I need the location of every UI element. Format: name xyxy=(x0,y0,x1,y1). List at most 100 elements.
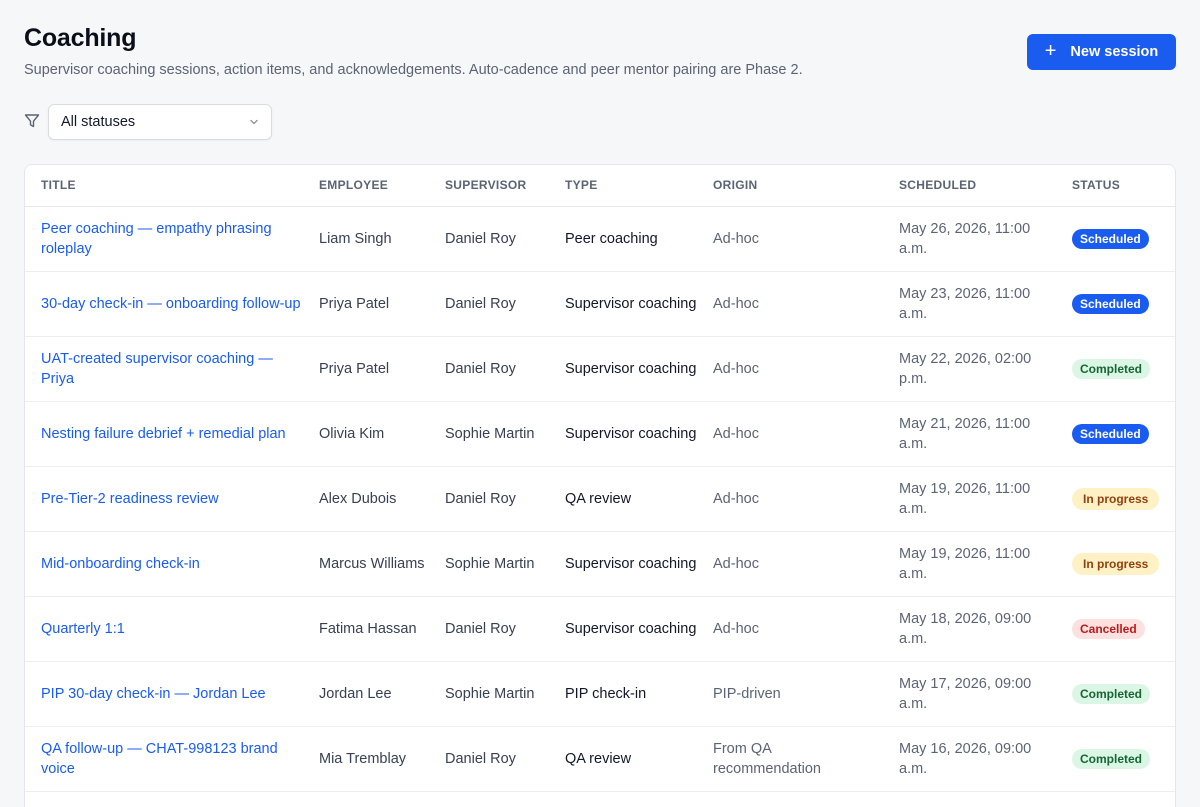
cell-employee: Mia Tremblay xyxy=(303,726,429,792)
new-session-button[interactable]: + New session xyxy=(1027,34,1176,70)
cell-scheduled: May 21, 2026, 11:00 a.m. xyxy=(883,401,1056,467)
status-badge: Completed xyxy=(1072,683,1151,704)
cell-employee: Priya Patel xyxy=(303,336,429,402)
cell-employee: Marcus Williams xyxy=(303,531,429,597)
plus-icon: + xyxy=(1044,40,1057,62)
status-badge: Scheduled xyxy=(1072,423,1149,444)
cell-supervisor: Sophie Martin xyxy=(429,531,549,597)
cell-title: Quarterly 1:1 xyxy=(25,596,303,662)
cell-scheduled: May 16, 2026, 09:00 a.m. xyxy=(883,726,1056,792)
page-title: Coaching xyxy=(24,24,137,52)
status-badge: Scheduled xyxy=(1072,228,1149,249)
cell-status: Cancelled xyxy=(1056,596,1175,662)
session-title-link[interactable]: Pre-Tier-2 readiness review xyxy=(41,491,219,507)
cell-title: Peer coaching — empathy phrasing rolepla… xyxy=(25,206,303,272)
cell-scheduled: May 19, 2026, 11:00 a.m. xyxy=(883,531,1056,597)
table-row[interactable]: Nesting failure debrief + remedial plan O… xyxy=(25,401,1175,467)
new-session-label: New session xyxy=(1070,44,1159,60)
cell-title: Mid-onboarding check-in xyxy=(25,531,303,597)
cell-employee: Liam Singh xyxy=(303,206,429,272)
status-badge: Scheduled xyxy=(1072,293,1149,314)
cell-type: Supervisor coaching xyxy=(549,271,697,337)
status-filter-select[interactable]: All statuses xyxy=(48,104,272,140)
session-title-link[interactable]: QA follow-up — CHAT-998123 brand voice xyxy=(41,741,278,777)
cell-origin: PIP-driven xyxy=(697,661,883,727)
table-row[interactable]: QA follow-up — CHAT-998123 brand voice Mi… xyxy=(25,726,1175,792)
cell-employee: Fatima Hassan xyxy=(303,596,429,662)
cell-type: Peer coaching xyxy=(549,206,697,272)
cell-status: In progress xyxy=(1056,531,1175,597)
cell-type: Supervisor coaching xyxy=(549,596,697,662)
column-header-status[interactable]: STATUS xyxy=(1056,165,1175,207)
cell-employee: Olivia Kim xyxy=(303,401,429,467)
cell-origin: Ad-hoc xyxy=(697,271,883,337)
session-title-link[interactable]: Peer coaching — empathy phrasing rolepla… xyxy=(41,221,272,257)
session-title-link[interactable]: UAT-created supervisor coaching — Priya xyxy=(41,351,273,387)
cell-scheduled: May 18, 2026, 09:00 a.m. xyxy=(883,596,1056,662)
coaching-sessions-table: TITLE EMPLOYEE SUPERVISOR TYPE ORIGIN SC… xyxy=(24,164,1176,807)
session-title-link[interactable]: 30-day check-in — onboarding follow-up xyxy=(41,296,301,312)
cell-origin: Ad-hoc xyxy=(697,206,883,272)
table-row[interactable]: 30-day check-in — onboarding follow-up Pr… xyxy=(25,271,1175,337)
cell-title: 30-day check-in — onboarding follow-up xyxy=(25,271,303,337)
table-row[interactable]: Mid-onboarding check-in Marcus Williams So… xyxy=(25,531,1175,597)
cell-title: Nesting failure debrief + remedial plan xyxy=(25,401,303,467)
column-header-type[interactable]: TYPE xyxy=(549,165,697,207)
table-row[interactable]: PIP 30-day check-in — Jordan Lee Jordan L… xyxy=(25,661,1175,727)
session-title-link[interactable]: Mid-onboarding check-in xyxy=(41,556,200,572)
cell-supervisor: Daniel Roy xyxy=(429,271,549,337)
cell-supervisor: Daniel Roy xyxy=(429,596,549,662)
cell-scheduled: May 23, 2026, 11:00 a.m. xyxy=(883,271,1056,337)
cell-status: Completed xyxy=(1056,661,1175,727)
cell-status: Scheduled xyxy=(1056,271,1175,337)
cell-type: Supervisor coaching xyxy=(549,401,697,467)
cell-type: QA review xyxy=(549,466,697,532)
cell-type: Supervisor coaching xyxy=(549,531,697,597)
page-subtitle: Supervisor coaching sessions, action ite… xyxy=(24,62,803,78)
cell-title: UAT-created supervisor coaching — Priya xyxy=(25,336,303,402)
cell-supervisor: Daniel Roy xyxy=(429,336,549,402)
table-row[interactable]: Peer coaching — empathy phrasing rolepla… xyxy=(25,206,1175,272)
cell-scheduled: May 26, 2026, 11:00 a.m. xyxy=(883,206,1056,272)
cell-employee: Alex Dubois xyxy=(303,466,429,532)
cell-supervisor: Daniel Roy xyxy=(429,466,549,532)
status-badge: Completed xyxy=(1072,748,1151,769)
column-header-title[interactable]: TITLE xyxy=(25,165,303,207)
session-title-link[interactable]: Nesting failure debrief + remedial plan xyxy=(41,426,286,442)
cell-type: QA review xyxy=(549,726,697,792)
status-filter-value: All statuses xyxy=(61,114,136,130)
session-title-link[interactable]: Quarterly 1:1 xyxy=(41,621,125,637)
cell-origin: Ad-hoc xyxy=(697,401,883,467)
filter-icon xyxy=(24,114,40,128)
cell-supervisor: Daniel Roy xyxy=(429,726,549,792)
session-title-link[interactable]: PIP 30-day check-in — Jordan Lee xyxy=(41,686,266,702)
cell-origin: Ad-hoc xyxy=(697,336,883,402)
column-header-origin[interactable]: ORIGIN xyxy=(697,165,883,207)
column-header-scheduled[interactable]: SCHEDULED xyxy=(883,165,1056,207)
cell-scheduled: May 22, 2026, 02:00 p.m. xyxy=(883,336,1056,402)
cell-supervisor: Daniel Roy xyxy=(429,206,549,272)
cell-origin: Ad-hoc xyxy=(697,596,883,662)
cell-type: PIP check-in xyxy=(549,661,697,727)
cell-status: Completed xyxy=(1056,336,1175,402)
status-badge: In progress xyxy=(1072,487,1160,510)
table-row[interactable]: Pre-Tier-2 readiness review Alex Dubois Da… xyxy=(25,466,1175,532)
chevron-down-icon xyxy=(250,119,258,125)
cell-type: Supervisor coaching xyxy=(549,336,697,402)
column-header-supervisor[interactable]: SUPERVISOR xyxy=(429,165,549,207)
cell-origin: Ad-hoc xyxy=(697,466,883,532)
cell-employee: Priya Patel xyxy=(303,271,429,337)
cell-title: PIP 30-day check-in — Jordan Lee xyxy=(25,661,303,727)
cell-scheduled: May 19, 2026, 11:00 a.m. xyxy=(883,466,1056,532)
table-row[interactable]: UAT-created supervisor coaching — Priya P… xyxy=(25,336,1175,402)
status-badge: Cancelled xyxy=(1072,618,1145,639)
table-header-row: TITLE EMPLOYEE SUPERVISOR TYPE ORIGIN SC… xyxy=(25,165,1175,207)
cell-title: QA follow-up — CHAT-998123 brand voice xyxy=(25,726,303,792)
cell-origin: Ad-hoc xyxy=(697,531,883,597)
cell-status: In progress xyxy=(1056,466,1175,532)
cell-status: Scheduled xyxy=(1056,401,1175,467)
column-header-employee[interactable]: EMPLOYEE xyxy=(303,165,429,207)
table-row[interactable]: Quarterly 1:1 Fatima Hassan Daniel Roy Supe… xyxy=(25,596,1175,662)
cell-origin: From QA recommendation xyxy=(697,726,883,792)
status-badge: In progress xyxy=(1072,552,1160,575)
